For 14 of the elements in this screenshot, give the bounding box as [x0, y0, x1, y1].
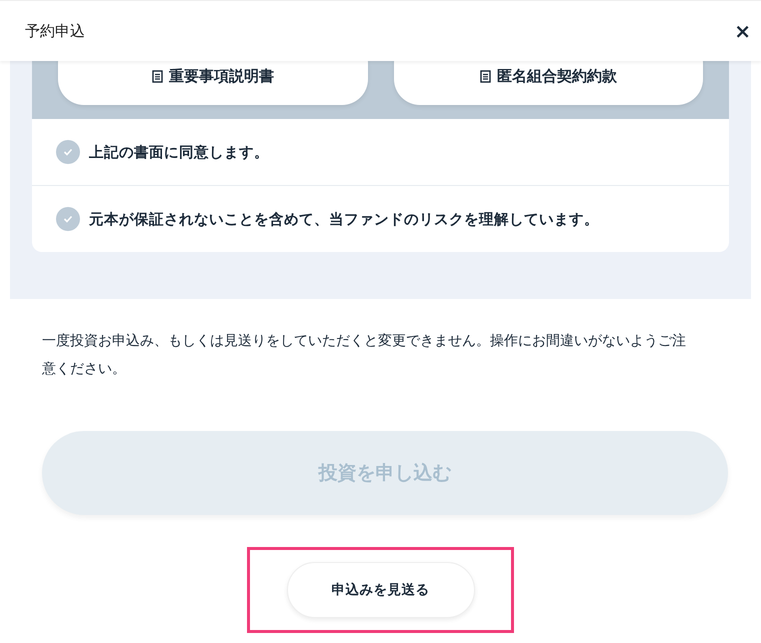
close-button[interactable]: ×	[728, 15, 757, 47]
check-icon	[63, 215, 73, 223]
document-icon	[152, 70, 163, 83]
agreement-label: 元本が保証されないことを含めて、当ファンドのリスクを理解しています。	[89, 210, 599, 228]
notice-text: 一度投資お申込み、もしくは見送りをしていただくと変更できません。操作にお間違いがないようご注意ください。	[42, 332, 687, 379]
checkbox[interactable]	[56, 207, 80, 231]
decline-button[interactable]: 申込みを見送る	[286, 562, 474, 618]
agreement-label: 上記の書面に同意します。	[89, 144, 269, 162]
document-button[interactable]: 匿名組合契約約款	[394, 61, 703, 105]
check-icon	[63, 148, 73, 156]
checkbox[interactable]	[56, 140, 80, 164]
document-button[interactable]: 重要事項説明書	[58, 61, 368, 105]
dialog-title: 予約申込	[25, 22, 85, 40]
document-icon	[480, 70, 491, 83]
